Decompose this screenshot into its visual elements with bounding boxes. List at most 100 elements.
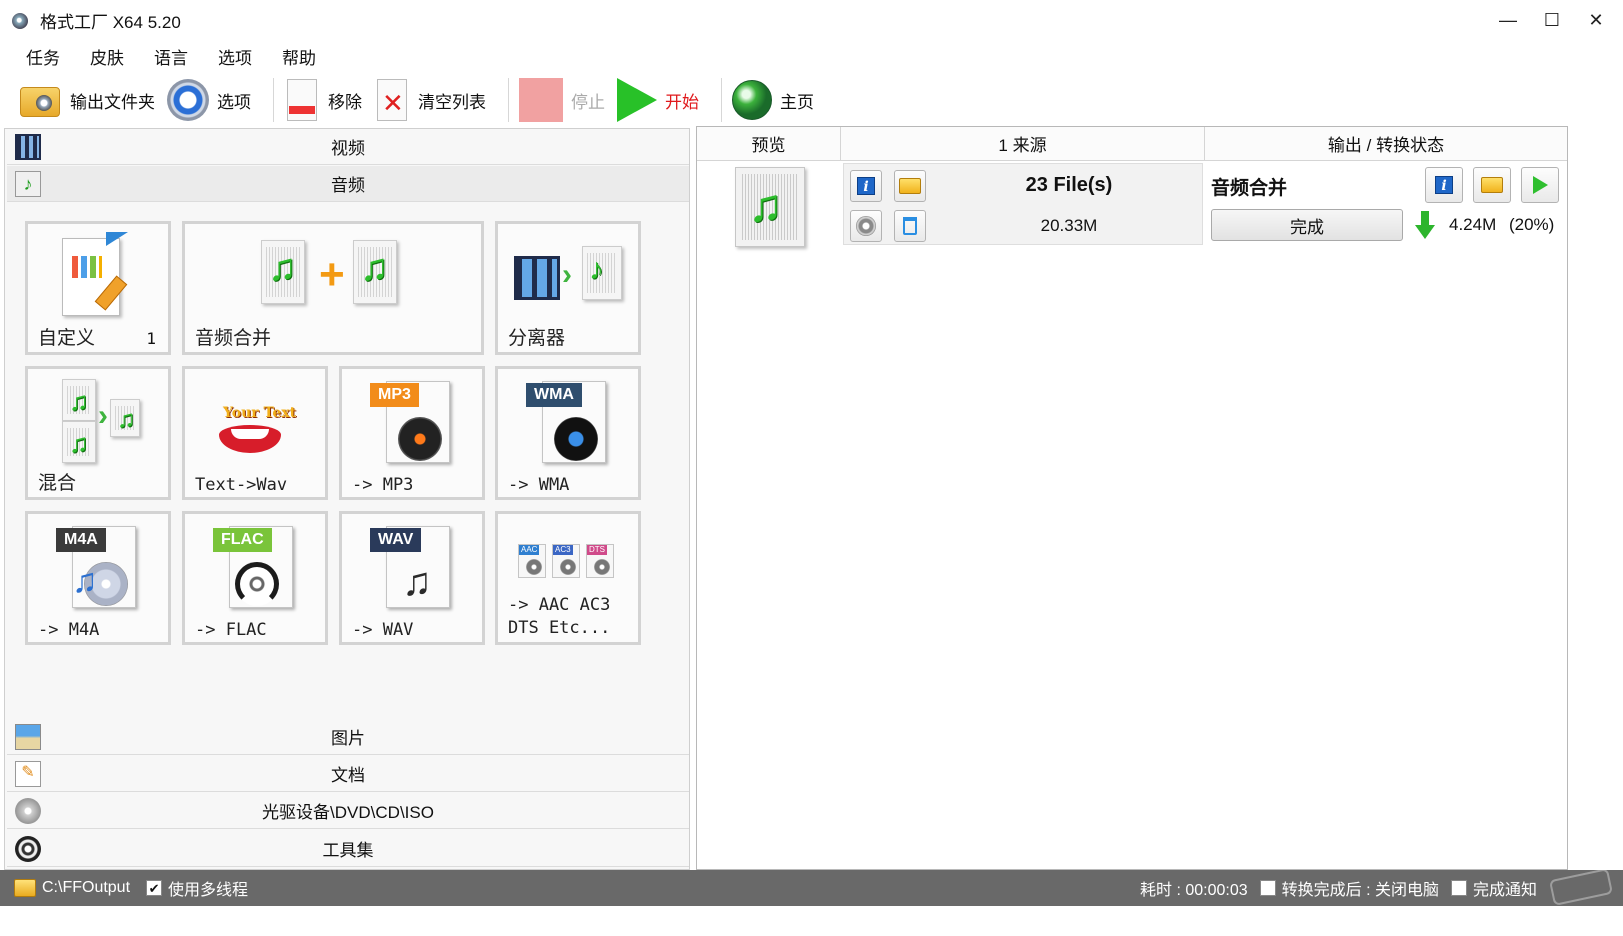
multithread-label: 使用多线程	[168, 882, 249, 899]
category-document-label: 文档	[331, 766, 365, 785]
options-button[interactable]: 选项	[167, 75, 263, 125]
gear-icon	[856, 216, 876, 236]
vinyl-disc-icon	[398, 417, 442, 461]
remove-icon	[284, 78, 320, 122]
category-panel: 视频 ♪ 音频 自定义 1 ♫ + ♫ 音频合并 › ♪ 分离器 ♫ ♫ › ♫…	[4, 128, 690, 870]
output-folder-button[interactable]: 输出文件夹	[18, 75, 167, 125]
film-icon	[514, 256, 560, 300]
tile-audio-joiner-label: 音频合并	[195, 328, 272, 349]
tile-to-wav[interactable]: WAV ♫ -> WAV	[339, 511, 485, 645]
output-size-value: 4.24M	[1449, 215, 1497, 234]
output-folder-icon[interactable]	[14, 879, 36, 897]
tile-to-m4a[interactable]: M4A ♫ -> M4A	[25, 511, 171, 645]
menu-options[interactable]: 选项	[210, 42, 260, 71]
play-output-button[interactable]	[1521, 167, 1559, 203]
title-bar: 格式工厂 X64 5.20 — ☐ ✕	[0, 0, 1623, 40]
stop-label: 停止	[571, 92, 605, 112]
toolbar-divider	[273, 78, 274, 122]
minimize-button[interactable]: —	[1491, 6, 1525, 34]
column-header-preview[interactable]: 预览	[697, 127, 841, 161]
tile-splitter[interactable]: › ♪ 分离器	[495, 221, 641, 355]
stop-button[interactable]: 停止	[519, 75, 617, 125]
output-info-button[interactable]: i	[1425, 167, 1463, 203]
shutdown-after-convert-checkbox[interactable]	[1259, 880, 1276, 896]
category-video-label: 视频	[331, 139, 365, 158]
completion-notify-checkbox[interactable]	[1450, 880, 1467, 896]
menu-task[interactable]: 任务	[18, 42, 68, 71]
folder-icon	[1481, 177, 1503, 193]
status-done-button[interactable]: 完成	[1211, 209, 1403, 241]
clear-list-button[interactable]: ✕ 清空列表	[374, 75, 498, 125]
tile-to-wma[interactable]: WMA -> WMA	[495, 366, 641, 500]
dts-tag: DTS	[587, 545, 607, 555]
source-file-count: 23 File(s)	[1025, 174, 1113, 196]
output-path[interactable]: C:\FFOutput	[42, 879, 130, 897]
category-audio[interactable]: ♪ 音频	[7, 166, 689, 202]
folder-icon	[899, 178, 921, 194]
category-picture[interactable]: 图片	[7, 719, 689, 755]
task-list-panel: 预览 1 来源 输出 / 转换状态 ♫ i 23 File(s) 20.33M …	[696, 126, 1568, 870]
tile-to-aac-ac3-dts-label: -> AAC AC3 DTS Etc...	[508, 595, 611, 638]
source-cell: i 23 File(s) 20.33M	[843, 163, 1203, 245]
menu-skin[interactable]: 皮肤	[82, 42, 132, 71]
category-rom-device[interactable]: 光驱设备\DVD\CD\ISO	[7, 793, 689, 829]
audio-file-icon: ♫	[261, 240, 305, 304]
tile-to-mp3[interactable]: MP3 -> MP3	[339, 366, 485, 500]
tile-mix[interactable]: ♫ ♫ › ♫ 混合	[25, 366, 171, 500]
audio-file-icon: ♫	[62, 421, 96, 463]
status-right-group: 耗时 : 00:00:03 转换完成后 : 关闭电脑 完成通知	[1140, 870, 1537, 906]
category-document[interactable]: ✎ 文档	[7, 756, 689, 792]
output-folder-open-button[interactable]	[1473, 167, 1511, 203]
menu-language[interactable]: 语言	[146, 42, 196, 71]
category-video[interactable]: 视频	[7, 129, 689, 165]
source-folder-button[interactable]	[894, 170, 926, 202]
ac3-file-icon: AC3	[552, 544, 580, 578]
multithread-checkbox[interactable]: ✔	[146, 880, 163, 896]
tile-audio-joiner[interactable]: ♫ + ♫ 音频合并	[182, 221, 484, 355]
task-row[interactable]: ♫ i 23 File(s) 20.33M 音频合并 i 完成 4.24M (2…	[697, 161, 1567, 249]
toolbar-divider	[508, 78, 509, 122]
start-label: 开始	[665, 92, 699, 112]
output-folder-icon	[18, 81, 62, 119]
play-icon	[617, 78, 657, 122]
shutdown-after-convert-label: 转换完成后 : 关闭电脑	[1281, 882, 1439, 899]
column-header-output[interactable]: 输出 / 转换状态	[1205, 127, 1567, 161]
tile-custom[interactable]: 自定义 1	[25, 221, 171, 355]
info-icon: i	[1435, 176, 1453, 194]
tile-custom-label: 自定义	[38, 328, 96, 349]
task-settings-button[interactable]	[850, 210, 882, 242]
music-note-icon: ♫	[72, 562, 98, 600]
audio-file-icon: ♫	[62, 379, 96, 421]
window-controls: — ☐ ✕	[1491, 6, 1613, 34]
tile-to-flac[interactable]: FLAC -> FLAC	[182, 511, 328, 645]
tile-mix-label: 混合	[38, 473, 77, 494]
maximize-button[interactable]: ☐	[1535, 6, 1569, 34]
column-header-source[interactable]: 1 来源	[841, 127, 1205, 161]
options-gear-icon	[167, 79, 209, 121]
tile-to-flac-label: -> FLAC	[195, 620, 267, 640]
tile-to-m4a-label: -> M4A	[38, 620, 100, 640]
music-note-icon: ♪	[15, 171, 41, 197]
home-button[interactable]: 主页	[732, 75, 826, 125]
your-text-art: Your Text	[223, 405, 297, 421]
tile-to-mp3-label: -> MP3	[352, 475, 414, 495]
source-info-button[interactable]: i	[850, 170, 882, 202]
app-icon[interactable]	[10, 10, 32, 30]
source-size: 20.33M	[1040, 216, 1098, 235]
tile-to-aac-ac3-dts[interactable]: AAC AC3 DTS -> AAC AC3 DTS Etc...	[495, 511, 641, 645]
aac-tag: AAC	[519, 545, 540, 555]
tile-text-to-wav[interactable]: Your Text Text->Wav	[182, 366, 328, 500]
elapsed-time: 耗时 : 00:00:03	[1140, 882, 1248, 899]
delete-task-button[interactable]	[894, 210, 926, 242]
status-bar: C:\FFOutput ✔ 使用多线程 耗时 : 00:00:03 转换完成后 …	[0, 868, 1623, 906]
wav-tag: WAV	[370, 528, 422, 552]
remove-button[interactable]: 移除	[284, 75, 374, 125]
stop-icon	[519, 78, 563, 122]
category-tools[interactable]: 工具集	[7, 831, 689, 867]
audio-file-icon: ♪	[582, 246, 622, 300]
arrow-right-icon: ›	[562, 258, 572, 291]
start-button[interactable]: 开始	[617, 75, 711, 125]
aac-file-icon: AAC	[518, 544, 546, 578]
menu-help[interactable]: 帮助	[274, 42, 324, 71]
close-button[interactable]: ✕	[1579, 6, 1613, 34]
